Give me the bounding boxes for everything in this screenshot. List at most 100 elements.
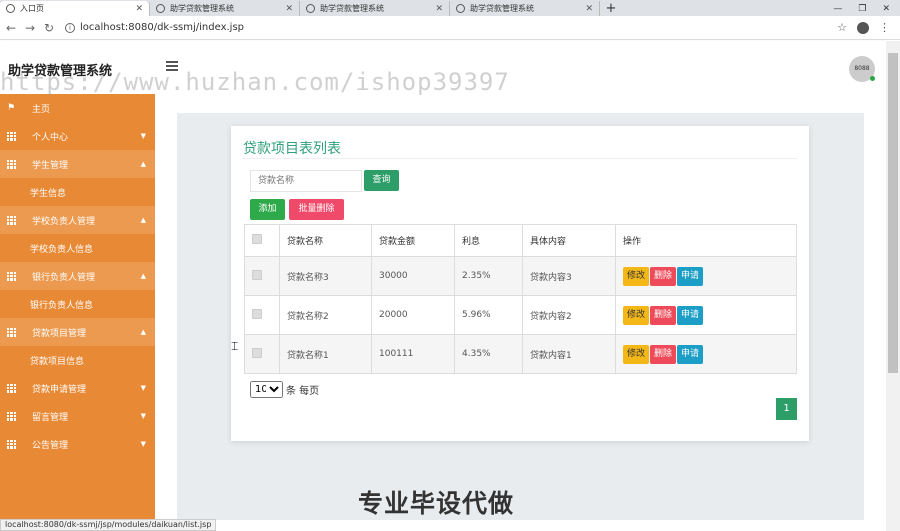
sidebar-subitem[interactable]: 学校负责人信息 bbox=[0, 234, 155, 262]
sidebar-item[interactable]: 银行负责人管理 ▲ bbox=[0, 262, 155, 290]
page-title: 贷款项目表列表 bbox=[243, 141, 341, 157]
caret-down-icon: ▼ bbox=[140, 440, 146, 448]
grid-icon bbox=[7, 327, 16, 337]
sidebar-item-label: 个人中心 bbox=[32, 132, 69, 143]
info-icon[interactable]: i bbox=[65, 22, 75, 33]
scrollbar[interactable] bbox=[886, 41, 900, 531]
apply-button[interactable]: 申请 bbox=[677, 266, 704, 286]
sidebar-item-label: 银行负责人管理 bbox=[32, 272, 96, 283]
edit-button[interactable]: 修改 bbox=[623, 266, 650, 286]
sidebar-item-label: 公告管理 bbox=[32, 440, 69, 451]
row-select-cell bbox=[244, 295, 280, 335]
query-button[interactable]: 查询 bbox=[364, 170, 399, 191]
sidebar-item-label: 学生信息 bbox=[30, 188, 67, 199]
delete-button[interactable]: 删除 bbox=[650, 305, 677, 325]
forward-arrow-icon[interactable]: → bbox=[22, 21, 38, 35]
row-checkbox[interactable] bbox=[252, 347, 262, 358]
grid-icon bbox=[7, 383, 16, 393]
minimize-icon[interactable]: — bbox=[833, 4, 842, 14]
browser-tab[interactable]: 入口页 ✕ bbox=[0, 1, 150, 16]
table-row: 贷款名称1 100111 4.35% 贷款内容1 修改 删除 申请 bbox=[244, 334, 797, 374]
table-cell-amount: 20000 bbox=[371, 295, 455, 335]
delete-button[interactable]: 删除 bbox=[650, 344, 677, 364]
caret-down-icon: ▼ bbox=[140, 132, 146, 140]
row-checkbox[interactable] bbox=[252, 269, 262, 280]
restore-icon[interactable]: ❐ bbox=[858, 4, 866, 14]
sidebar-item[interactable]: 学校负责人管理 ▲ bbox=[0, 206, 155, 234]
star-icon[interactable]: ☆ bbox=[837, 21, 847, 34]
tab-label: 入口页 bbox=[20, 4, 44, 13]
batch-delete-button[interactable]: 批量删除 bbox=[289, 199, 344, 220]
overlay-banner-text: 专业毕设代做 bbox=[358, 489, 515, 518]
close-window-icon[interactable]: ✕ bbox=[882, 4, 890, 14]
grid-icon bbox=[7, 215, 16, 225]
sidebar-item[interactable]: 贷款申请管理 ▼ bbox=[0, 374, 155, 402]
column-header: 具体内容 bbox=[522, 224, 616, 257]
row-actions-cell: 修改 删除 申请 bbox=[615, 256, 797, 296]
search-input[interactable] bbox=[250, 170, 362, 192]
sidebar-item-label: 学生管理 bbox=[32, 160, 69, 171]
close-icon[interactable]: ✕ bbox=[435, 4, 443, 14]
globe-icon bbox=[6, 4, 15, 13]
edit-button[interactable]: 修改 bbox=[623, 344, 650, 364]
apply-button[interactable]: 申请 bbox=[677, 344, 704, 364]
data-table: 贷款名称 贷款金额 利息 具体内容 操作 贷款名称3 30000 2.35% 贷款内容… bbox=[244, 224, 797, 374]
menu-dots-icon[interactable]: ⋮ bbox=[879, 21, 890, 34]
status-bar: localhost:8080/dk-ssmj/jsp/modules/daiku… bbox=[0, 519, 217, 531]
page-button[interactable]: 1 bbox=[776, 398, 797, 420]
grid-icon bbox=[7, 411, 16, 421]
reload-icon[interactable]: ↻ bbox=[41, 21, 57, 35]
sidebar-item-label: 学校负责人信息 bbox=[30, 244, 94, 255]
sidebar-item-label: 银行负责人信息 bbox=[30, 300, 94, 311]
sidebar-item-label: 贷款项目管理 bbox=[32, 328, 87, 339]
grid-icon bbox=[7, 159, 16, 169]
browser-tab[interactable]: 助学贷款管理系统 ✕ bbox=[150, 1, 300, 16]
grid-icon bbox=[7, 131, 16, 141]
page-size-select[interactable]: 10 bbox=[250, 381, 283, 398]
sidebar-item[interactable]: 留言管理 ▼ bbox=[0, 402, 155, 430]
list-card: 贷款项目表列表 查询 添加 批量删除 贷款名称 贷款金额 利息 具体内容 操作 … bbox=[231, 126, 809, 441]
globe-icon bbox=[306, 4, 315, 13]
new-tab-button[interactable]: + bbox=[600, 1, 622, 16]
sidebar-subitem[interactable]: 贷款项目信息 bbox=[0, 346, 155, 374]
browser-tab-bar: 入口页 ✕ 助学贷款管理系统 ✕ 助学贷款管理系统 ✕ 助学贷款管理系统 ✕ +… bbox=[0, 0, 900, 16]
table-cell-content: 贷款内容2 bbox=[522, 295, 616, 335]
sidebar-item[interactable]: 个人中心 ▼ bbox=[0, 122, 155, 150]
table-cell-interest: 2.35% bbox=[454, 256, 523, 296]
row-checkbox[interactable] bbox=[252, 308, 262, 319]
delete-button[interactable]: 删除 bbox=[650, 266, 677, 286]
row-select-cell bbox=[244, 256, 280, 296]
close-icon[interactable]: ✕ bbox=[135, 4, 143, 14]
close-icon[interactable]: ✕ bbox=[285, 4, 293, 14]
table-cell-content: 贷款内容1 bbox=[522, 334, 616, 374]
table-cell-content: 贷款内容3 bbox=[522, 256, 616, 296]
edit-button[interactable]: 修改 bbox=[623, 305, 650, 325]
sidebar-subitem[interactable]: 学生信息 bbox=[0, 178, 155, 206]
address-bar: ← → ↻ i localhost:8080/dk-ssmj/index.jsp… bbox=[0, 16, 900, 40]
sidebar-item-label: 学校负责人管理 bbox=[32, 216, 96, 227]
scrollbar-thumb[interactable] bbox=[888, 53, 898, 373]
select-all-checkbox[interactable] bbox=[252, 234, 262, 244]
close-icon[interactable]: ✕ bbox=[585, 4, 593, 14]
sidebar-item[interactable]: 学生管理 ▲ bbox=[0, 150, 155, 178]
add-button[interactable]: 添加 bbox=[250, 199, 285, 220]
page-size-control: 10 条 每页 bbox=[250, 381, 319, 398]
row-select-cell bbox=[244, 334, 280, 374]
caret-up-icon: ▲ bbox=[140, 272, 146, 280]
page-size-label: 条 每页 bbox=[286, 386, 320, 397]
divider bbox=[243, 158, 797, 159]
browser-tab[interactable]: 助学贷款管理系统 ✕ bbox=[450, 1, 600, 16]
account-icon[interactable] bbox=[857, 21, 869, 34]
browser-tab[interactable]: 助学贷款管理系统 ✕ bbox=[300, 1, 450, 16]
back-arrow-icon[interactable]: ← bbox=[3, 21, 19, 35]
sidebar-item[interactable]: 公告管理 ▼ bbox=[0, 430, 155, 458]
caret-down-icon: ▼ bbox=[140, 412, 146, 420]
caret-up-icon: ▲ bbox=[140, 160, 146, 168]
apply-button[interactable]: 申请 bbox=[677, 305, 704, 325]
sidebar-item-label: 贷款项目信息 bbox=[30, 356, 85, 367]
sidebar-subitem[interactable]: 银行负责人信息 bbox=[0, 290, 155, 318]
sidebar-item[interactable]: 贷款项目管理 ▲ bbox=[0, 318, 155, 346]
table-row: 贷款名称3 30000 2.35% 贷款内容3 修改 删除 申请 bbox=[244, 256, 797, 296]
url-field[interactable]: i localhost:8080/dk-ssmj/index.jsp bbox=[65, 22, 837, 33]
sidebar-item[interactable]: ⚑ 主页 bbox=[0, 94, 155, 122]
